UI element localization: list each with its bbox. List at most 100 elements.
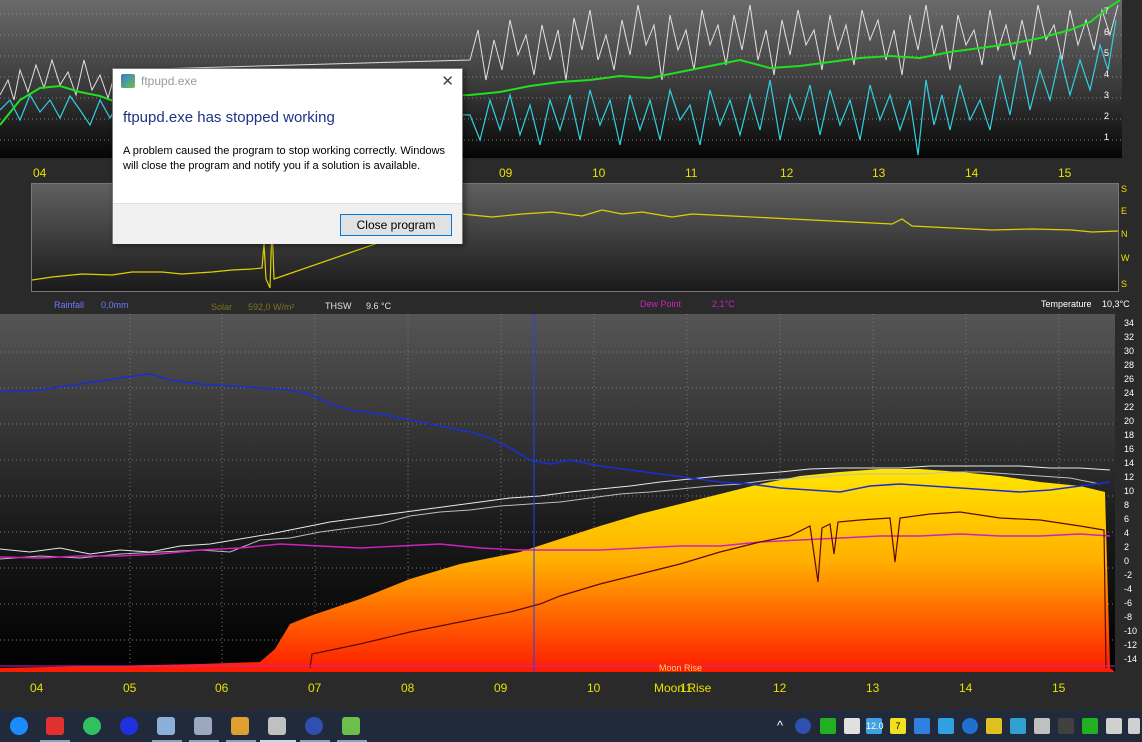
- temperature-value: 10,3°C: [1102, 299, 1130, 309]
- dialog-title: ftpupd.exe: [141, 74, 198, 88]
- monitor-tray-icon[interactable]: [1106, 718, 1122, 734]
- temp-tick: 2: [1124, 542, 1130, 552]
- temp-tick: 14: [1124, 458, 1135, 468]
- temp-tick: 32: [1124, 332, 1135, 342]
- direction-label: W: [1121, 253, 1130, 263]
- temp-tick: -6: [1124, 598, 1133, 608]
- plug-tray-icon[interactable]: [820, 718, 836, 734]
- thsw-value: 9.6 °C: [366, 301, 392, 311]
- direction-label: S: [1121, 184, 1128, 194]
- ftpupd-app-icon[interactable]: [342, 717, 360, 735]
- dialog-footer: Close program: [113, 203, 462, 244]
- wind-axis-tick: 4: [1104, 69, 1110, 79]
- close-program-button[interactable]: Close program: [340, 214, 452, 236]
- top-x-tick: 09: [499, 166, 513, 180]
- chevron-up-icon[interactable]: ^: [772, 718, 788, 734]
- blue-app-icon[interactable]: [120, 717, 138, 735]
- thsw-label: THSW: [325, 301, 352, 311]
- dew-point-value: 2,1°C: [712, 299, 735, 309]
- top-x-tick: 04: [33, 166, 47, 180]
- main-x-tick: 14: [959, 681, 973, 695]
- main-x-tick: 12: [773, 681, 787, 695]
- solar-label: Solar: [211, 302, 233, 312]
- weather-app-icon[interactable]: [157, 717, 175, 735]
- camera-tray-icon[interactable]: [1010, 718, 1026, 734]
- globe-tray-icon[interactable]: [962, 718, 978, 734]
- dialog-message: A problem caused the program to stop wor…: [123, 145, 445, 172]
- main-x-tick: 13: [866, 681, 880, 695]
- dialog-titlebar: ftpupd.exe: [121, 74, 197, 88]
- dew-point-label: Dew Point: [640, 299, 682, 309]
- network-app-icon[interactable]: [194, 717, 212, 735]
- temperature-y-axis: 34 32 30 28 26 24 22 20 18 16 14 12 10 8…: [1124, 318, 1142, 676]
- start-icon[interactable]: [10, 717, 28, 735]
- app-icon: [121, 74, 135, 88]
- ftp-app-icon[interactable]: [305, 717, 323, 735]
- dialog-heading: ftpupd.exe has stopped working: [123, 109, 335, 126]
- main-x-tick: 15: [1052, 681, 1066, 695]
- close-icon[interactable]: ✕: [441, 72, 454, 90]
- temperature-tray[interactable]: 12.0: [866, 718, 884, 734]
- temp-tick: -14: [1124, 654, 1138, 664]
- direction-label: S: [1121, 279, 1128, 289]
- temp-tick: 10: [1124, 486, 1135, 496]
- top-x-tick: 11: [685, 166, 698, 180]
- top-x-tick: 15: [1058, 166, 1072, 180]
- top-x-tick: 14: [965, 166, 979, 180]
- green-app-icon[interactable]: [83, 717, 101, 735]
- wind-axis-tick: 1: [1104, 132, 1110, 142]
- taskbar: ^ 12.0 7: [0, 710, 1142, 742]
- temp-tick: -4: [1124, 584, 1133, 594]
- top-x-tick: 10: [592, 166, 606, 180]
- direction-label: N: [1121, 229, 1128, 239]
- top-x-tick: 12: [780, 166, 794, 180]
- main-x-tick: 04: [30, 681, 44, 695]
- temperature-graph: Moon Rise: [0, 314, 1115, 673]
- main-x-tick: 08: [401, 681, 415, 695]
- temperature-label: Temperature: [1041, 299, 1092, 309]
- temp-tick: 0: [1124, 556, 1130, 566]
- temp-tick: 24: [1124, 388, 1135, 398]
- error-dialog: ftpupd.exe ✕ ftpupd.exe has stopped work…: [112, 68, 463, 244]
- main-x-tick: 09: [494, 681, 508, 695]
- main-x-tick: 07: [308, 681, 322, 695]
- clock-tray-icon[interactable]: [1058, 718, 1074, 734]
- temp-tick: 34: [1124, 318, 1135, 328]
- cloud-tray-icon[interactable]: [844, 718, 860, 734]
- temp-tick: 18: [1124, 430, 1135, 440]
- temp-tick: -8: [1124, 612, 1133, 622]
- ftp-tray-icon[interactable]: [795, 718, 811, 734]
- main-x-tick: 05: [123, 681, 137, 695]
- temp-tick: -12: [1124, 640, 1138, 650]
- dropbox-tray-icon[interactable]: [938, 718, 954, 734]
- speaker-tray-icon[interactable]: [1128, 718, 1140, 734]
- vivaldi-icon[interactable]: [46, 717, 64, 735]
- temp-tick: 4: [1124, 528, 1130, 538]
- temp-tick: 16: [1124, 444, 1135, 454]
- rainfall-label: Rainfall: [54, 300, 85, 310]
- calendar-tray-icon[interactable]: [986, 718, 1002, 734]
- temp-tick: -2: [1124, 570, 1133, 580]
- moon-rise-marker: Moon Rise: [659, 663, 703, 673]
- moon-rise-label: Moon Rise: [654, 681, 712, 695]
- java-app-icon[interactable]: [231, 717, 249, 735]
- wind-axis-tick: 7: [1104, 6, 1110, 16]
- weather-tray-icon[interactable]: [1034, 718, 1050, 734]
- temp-tick: 12: [1124, 472, 1135, 482]
- temp-tick: 6: [1124, 514, 1130, 524]
- direction-label: E: [1121, 206, 1128, 216]
- temperature-plot: [0, 314, 1115, 672]
- temp-tick: 28: [1124, 360, 1135, 370]
- wind-axis-tick: 3: [1104, 90, 1110, 100]
- count-tray[interactable]: 7: [890, 718, 906, 734]
- temp-tick: 8: [1124, 500, 1130, 510]
- temp-tick: 26: [1124, 374, 1135, 384]
- chart-app-icon[interactable]: [268, 717, 286, 735]
- temp-tick: 22: [1124, 402, 1135, 412]
- rainfall-value: 0,0mm: [101, 300, 129, 310]
- main-x-tick: 06: [215, 681, 229, 695]
- check-tray-icon[interactable]: [1082, 718, 1098, 734]
- display-tray-icon[interactable]: [914, 718, 930, 734]
- main-x-tick: 10: [587, 681, 601, 695]
- wind-axis-tick: 6: [1104, 27, 1110, 37]
